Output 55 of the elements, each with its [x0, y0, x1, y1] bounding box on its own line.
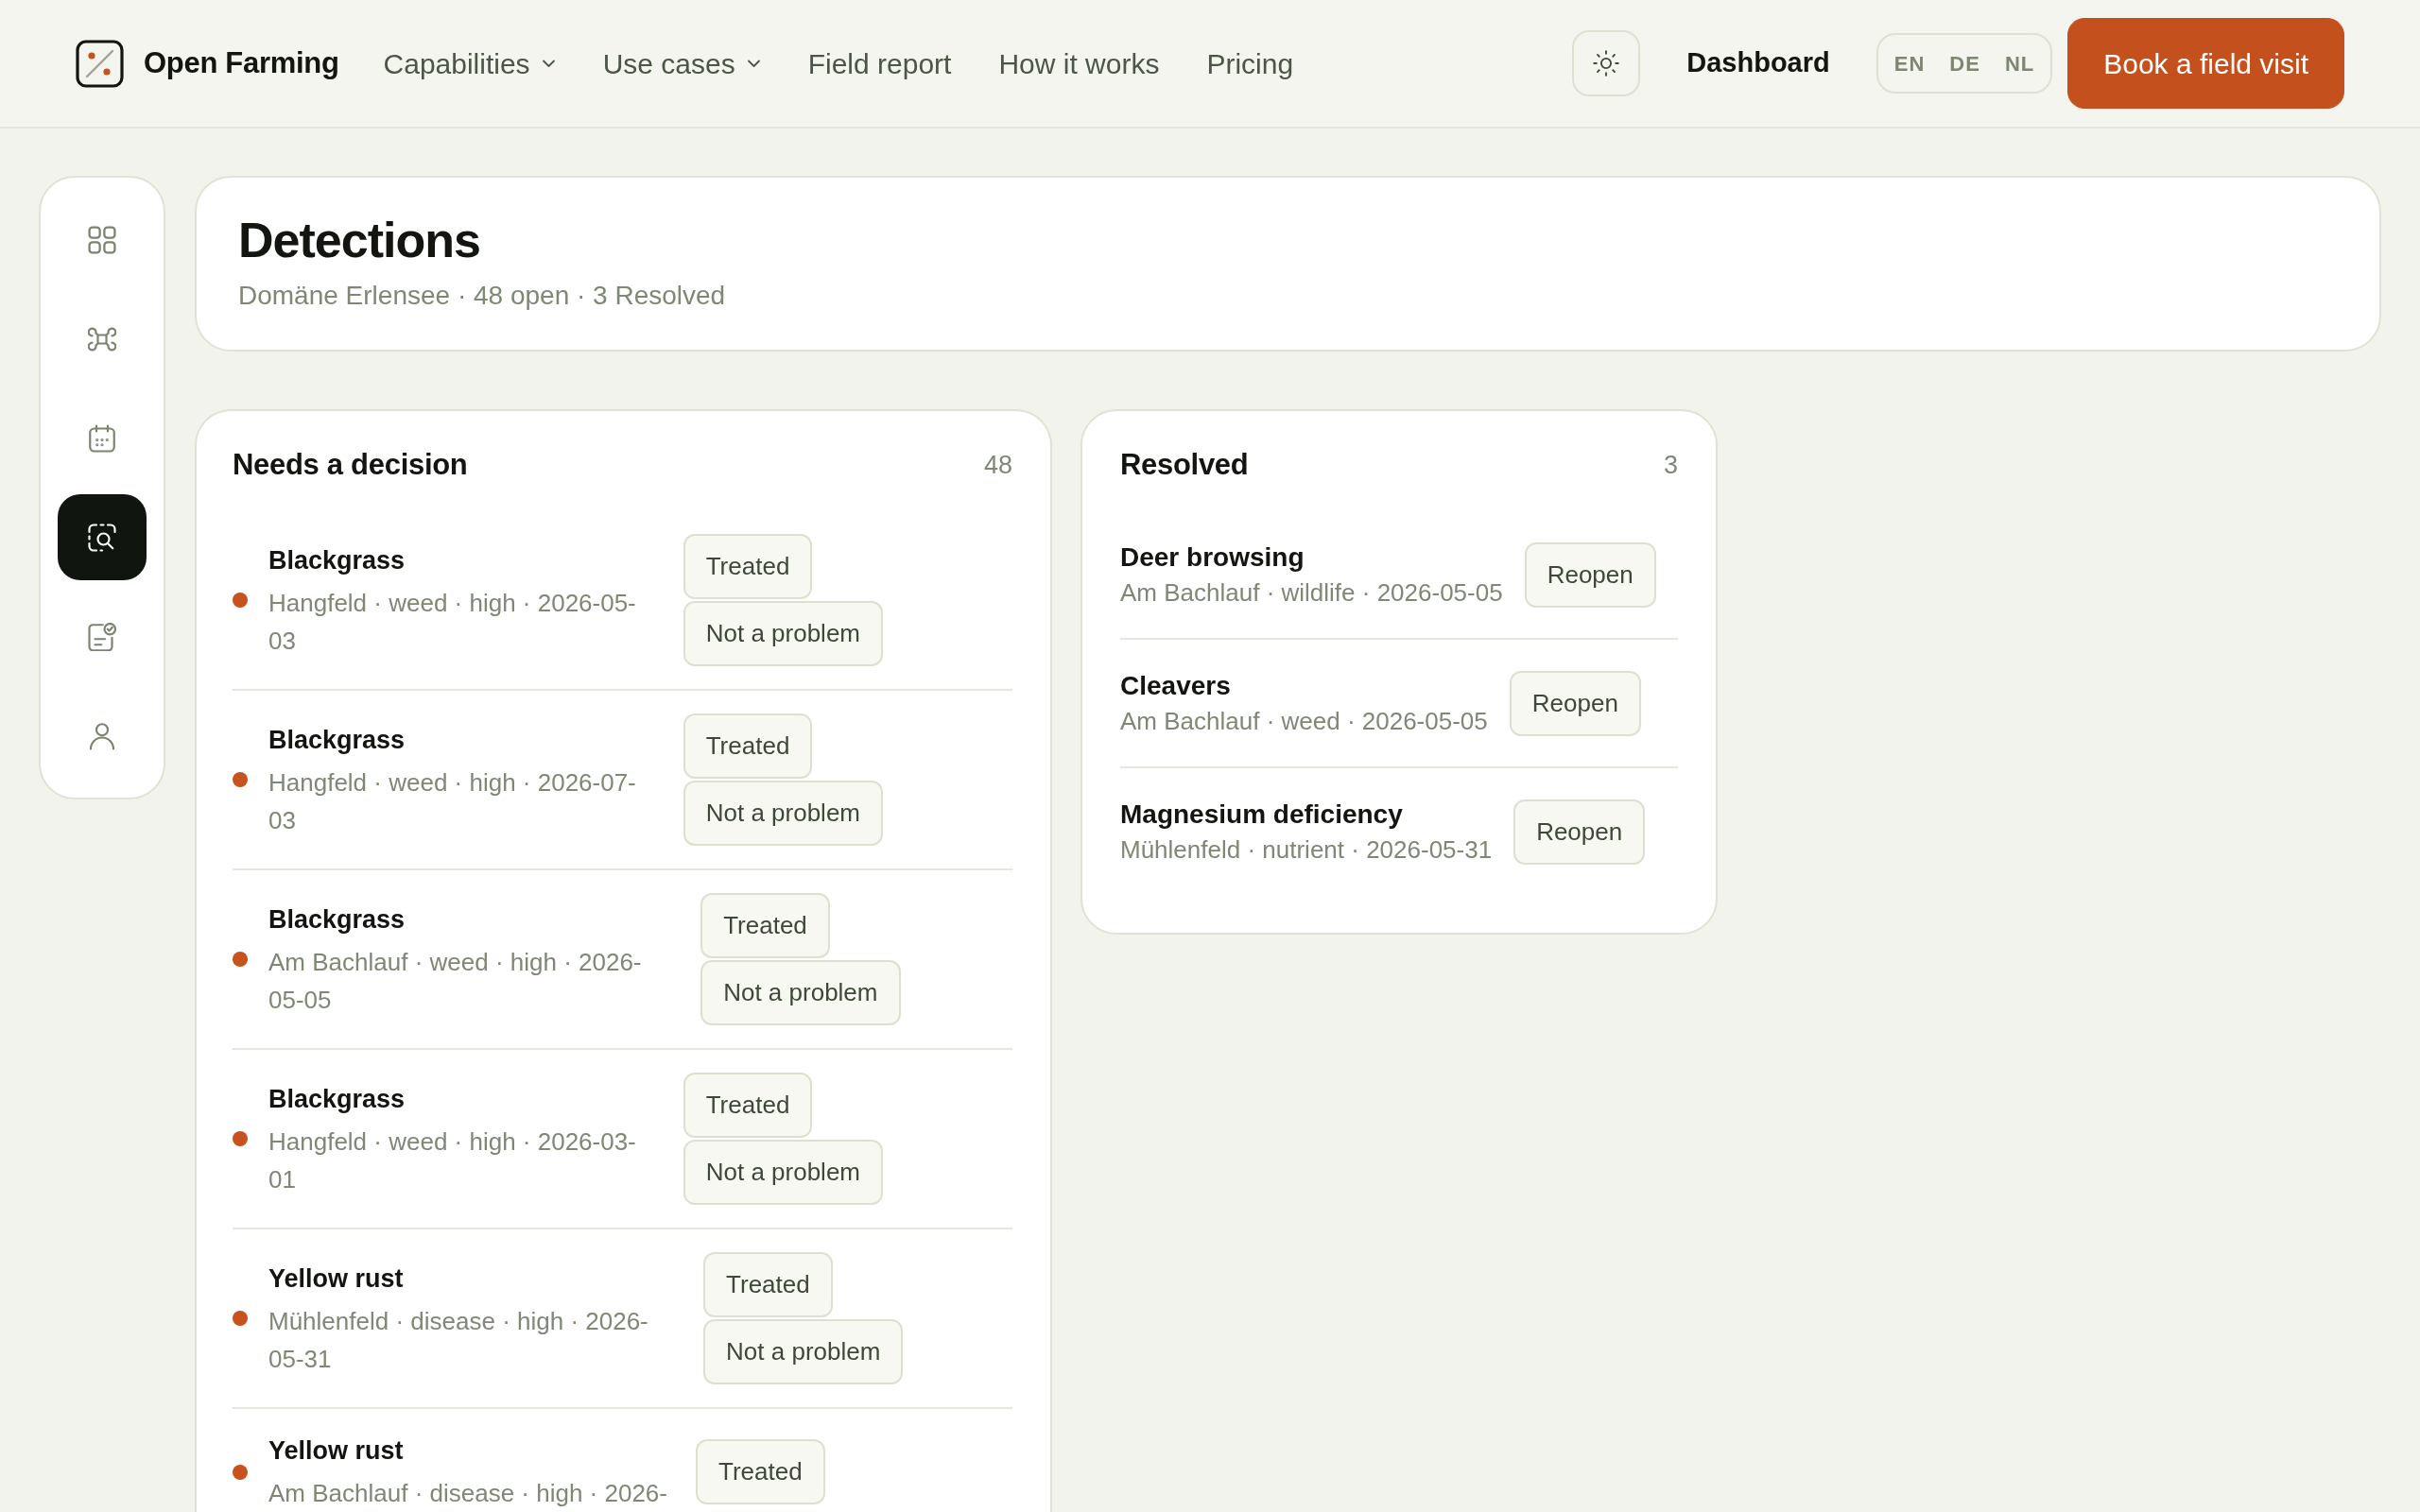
action-button[interactable]: Treated	[683, 713, 813, 779]
reopen-button[interactable]: Reopen	[1513, 799, 1646, 865]
detection-title: Blackgrass	[268, 1083, 406, 1115]
detection-title: Blackgrass	[268, 903, 406, 936]
detection-title: Blackgrass	[268, 544, 406, 576]
action-button[interactable]: Treated	[700, 893, 830, 958]
action-button[interactable]: Treated	[696, 1439, 825, 1504]
item-count: 48	[983, 450, 1012, 481]
action-button[interactable]: Treated	[703, 1252, 833, 1317]
action-button[interactable]: Not a problem	[700, 960, 901, 1025]
reopen-button[interactable]: Reopen	[1509, 670, 1641, 736]
nav-link[interactable]: How it works	[998, 42, 1160, 85]
detection-meta: Hangfeld · weed · high · 2026-07-03	[268, 766, 637, 836]
detection-title: Deer browsing	[1120, 541, 1305, 574]
reopen-button[interactable]: Reopen	[1524, 541, 1656, 608]
section-title: Resolved	[1120, 447, 1249, 483]
section-title: Needs a decision	[233, 447, 468, 483]
detection-meta: Mühlenfeld · disease · high · 2026-05-31	[268, 1305, 649, 1375]
detection-title: Cleavers	[1120, 670, 1232, 702]
nav-link[interactable]: Pricing	[1206, 42, 1294, 85]
brand-link[interactable]: Open Farming	[76, 39, 339, 88]
calendar-icon	[88, 423, 116, 453]
nav-link[interactable]: Capabilities	[383, 42, 556, 85]
detection-title: Yellow rust	[268, 1263, 405, 1295]
detection-meta: Am Bachlauf · weed · high · 2026-05-05	[268, 946, 643, 1016]
nav-link[interactable]: Use cases	[602, 42, 761, 85]
detection-meta: Am Bachlauf · wildlife · 2026-05-05	[1120, 577, 1503, 609]
detection-title: Blackgrass	[268, 724, 406, 756]
dashboard-link[interactable]: Dashboard	[1686, 43, 1830, 84]
logo-icon	[76, 39, 124, 88]
action-button[interactable]: Not a problem	[683, 781, 883, 846]
detection-title: Yellow rust	[268, 1435, 405, 1467]
detection-meta: Mühlenfeld · nutrient · 2026-05-31	[1120, 834, 1493, 866]
scan-search-icon	[88, 523, 116, 552]
sidebar-item[interactable]	[58, 494, 147, 580]
page-subtitle: Domäne Erlensee · 48 open · 3 Resolved	[238, 280, 727, 312]
report-check-icon	[88, 622, 116, 651]
page-title: Detections	[238, 214, 481, 267]
grid-icon	[88, 225, 116, 254]
action-button[interactable]: Not a problem	[683, 1140, 883, 1205]
action-button[interactable]: Not a problem	[703, 1319, 904, 1384]
user-icon	[88, 721, 116, 750]
item-count: 3	[1663, 450, 1678, 481]
detection-meta: Hangfeld · weed · high · 2026-05-03	[268, 587, 637, 657]
sun-icon	[1593, 50, 1620, 77]
detection-meta: Am Bachlauf · disease · high · 2026-	[268, 1478, 667, 1509]
action-button[interactable]: Treated	[683, 534, 813, 599]
detection-meta: Hangfeld · weed · high · 2026-03-01	[268, 1125, 637, 1195]
detection-meta: Am Bachlauf · weed · 2026-05-05	[1120, 706, 1488, 737]
theme-toggle-button[interactable]	[1572, 30, 1641, 96]
action-button[interactable]: Not a problem	[683, 601, 883, 666]
detection-title: Magnesium deficiency	[1120, 799, 1404, 831]
nav-link[interactable]: Field report	[807, 42, 952, 85]
action-button[interactable]: Treated	[683, 1073, 813, 1138]
book-visit-button[interactable]: Book a field visit	[2067, 18, 2344, 109]
